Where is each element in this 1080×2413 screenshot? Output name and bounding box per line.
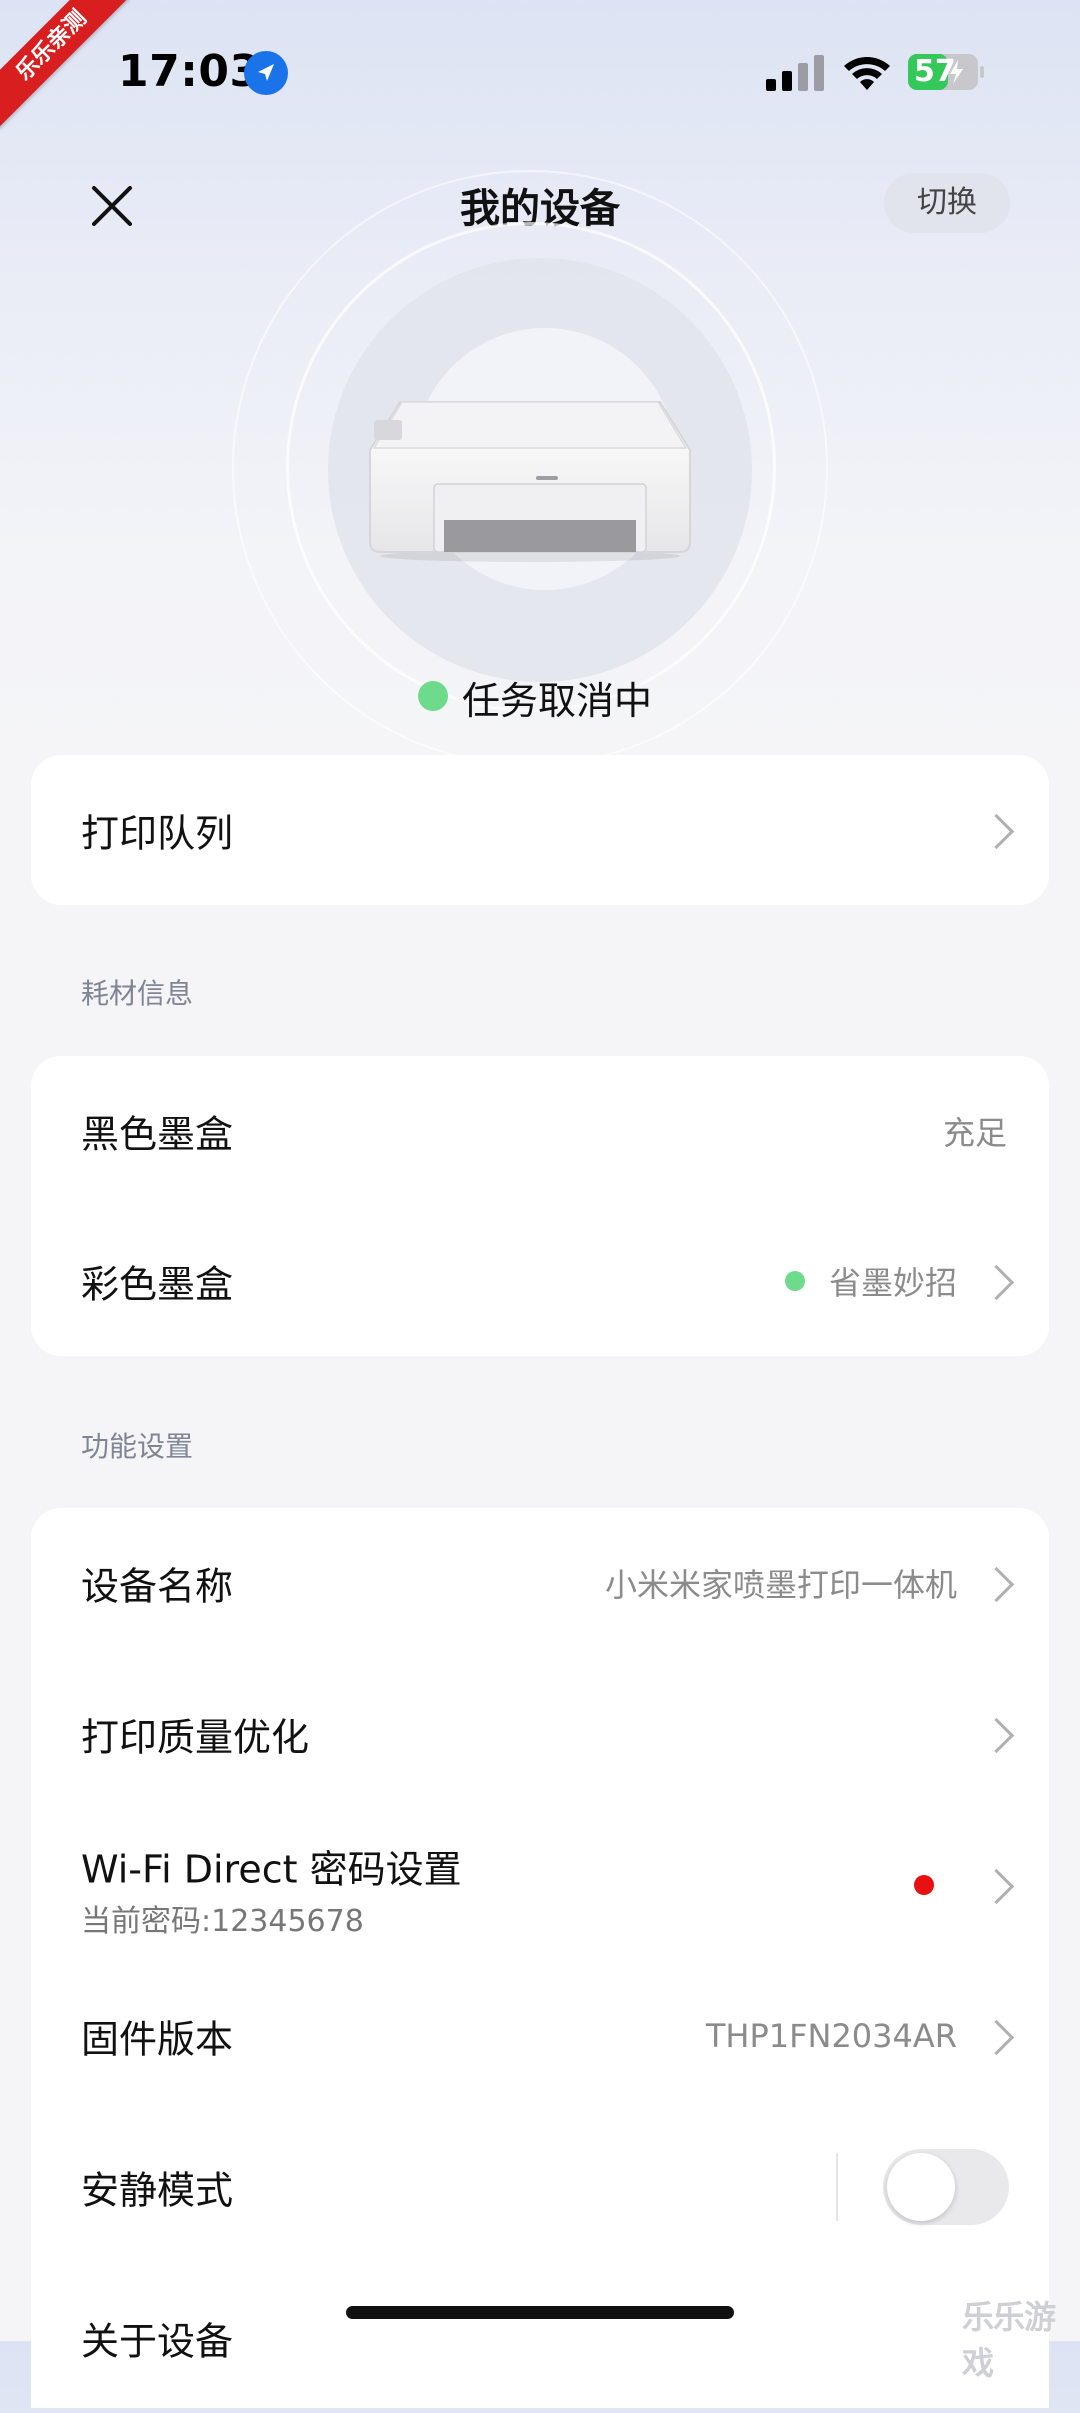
print-quality-row[interactable]: 打印质量优化 [31, 1659, 1049, 1809]
watermark-text: 乐乐游戏 [962, 2298, 1056, 2382]
switch-button[interactable]: 切换 [884, 173, 1010, 233]
corner-badge: 乐乐亲测 [0, 0, 130, 130]
firmware-value: THP1FN2034AR [705, 2017, 957, 2055]
battery-icon: 57 [908, 52, 984, 92]
device-name-label: 设备名称 [81, 1564, 234, 1609]
status-time: 17:03 [118, 46, 261, 97]
toggle-knob [887, 2153, 955, 2221]
color-cartridge-label: 彩色墨盒 [81, 1262, 234, 1307]
chevron-right-icon [978, 2019, 1015, 2056]
print-queue-row[interactable]: 打印队列 [31, 755, 1049, 905]
consumables-card: 黑色墨盒 充足 彩色墨盒 省墨妙招 [31, 1056, 1049, 1356]
print-quality-label: 打印质量优化 [81, 1715, 310, 1760]
status-indicator-dot [418, 681, 448, 711]
wifi-direct-password: 当前密码:12345678 [81, 1904, 364, 1939]
chevron-right-icon [978, 813, 1015, 850]
cellular-signal-icon [766, 55, 824, 91]
consumables-section-title: 耗材信息 [81, 977, 194, 1010]
firmware-label: 固件版本 [81, 2017, 234, 2062]
settings-card: 设备名称 小米米家喷墨打印一体机 打印质量优化 Wi-Fi Direct 密码设… [31, 1508, 1049, 2408]
device-name-value: 小米米家喷墨打印一体机 [604, 1566, 957, 1604]
settings-section-title: 功能设置 [81, 1430, 194, 1463]
new-badge-dot [914, 1875, 934, 1895]
about-device-row[interactable]: 关于设备 [31, 2263, 1049, 2413]
wifi-icon [844, 57, 890, 90]
battery-level: 57 [914, 54, 956, 89]
firmware-row[interactable]: 固件版本 THP1FN2034AR [31, 1961, 1049, 2111]
black-cartridge-label: 黑色墨盒 [81, 1112, 234, 1157]
divider [836, 2153, 838, 2221]
black-cartridge-row: 黑色墨盒 充足 [31, 1056, 1049, 1206]
chevron-right-icon [978, 1264, 1015, 1301]
ink-tip-dot [785, 1271, 805, 1291]
print-queue-label: 打印队列 [81, 811, 234, 856]
chevron-right-icon [978, 1566, 1015, 1603]
corner-badge-text: 乐乐亲测 [0, 0, 130, 130]
about-device-label: 关于设备 [81, 2319, 234, 2364]
location-arrow-icon [244, 51, 288, 95]
quiet-mode-label: 安静模式 [81, 2168, 234, 2213]
chevron-right-icon [978, 1717, 1015, 1754]
ink-saving-tips-link[interactable]: 省墨妙招 [829, 1258, 957, 1304]
quiet-mode-row: 安静模式 [31, 2112, 1049, 2262]
wifi-direct-label: Wi-Fi Direct 密码设置 [81, 1847, 462, 1892]
wifi-direct-row[interactable]: Wi-Fi Direct 密码设置 当前密码:12345678 [31, 1810, 1049, 1960]
quiet-mode-toggle[interactable] [883, 2149, 1009, 2225]
print-queue-card: 打印队列 [31, 755, 1049, 905]
home-indicator[interactable] [346, 2306, 734, 2319]
device-name-row[interactable]: 设备名称 小米米家喷墨打印一体机 [31, 1508, 1049, 1658]
color-cartridge-row[interactable]: 彩色墨盒 省墨妙招 [31, 1206, 1049, 1356]
printer-image [369, 401, 691, 562]
device-status-text: 任务取消中 [462, 679, 653, 723]
black-cartridge-value: 充足 [942, 1114, 1007, 1152]
chevron-right-icon [978, 1868, 1015, 1905]
